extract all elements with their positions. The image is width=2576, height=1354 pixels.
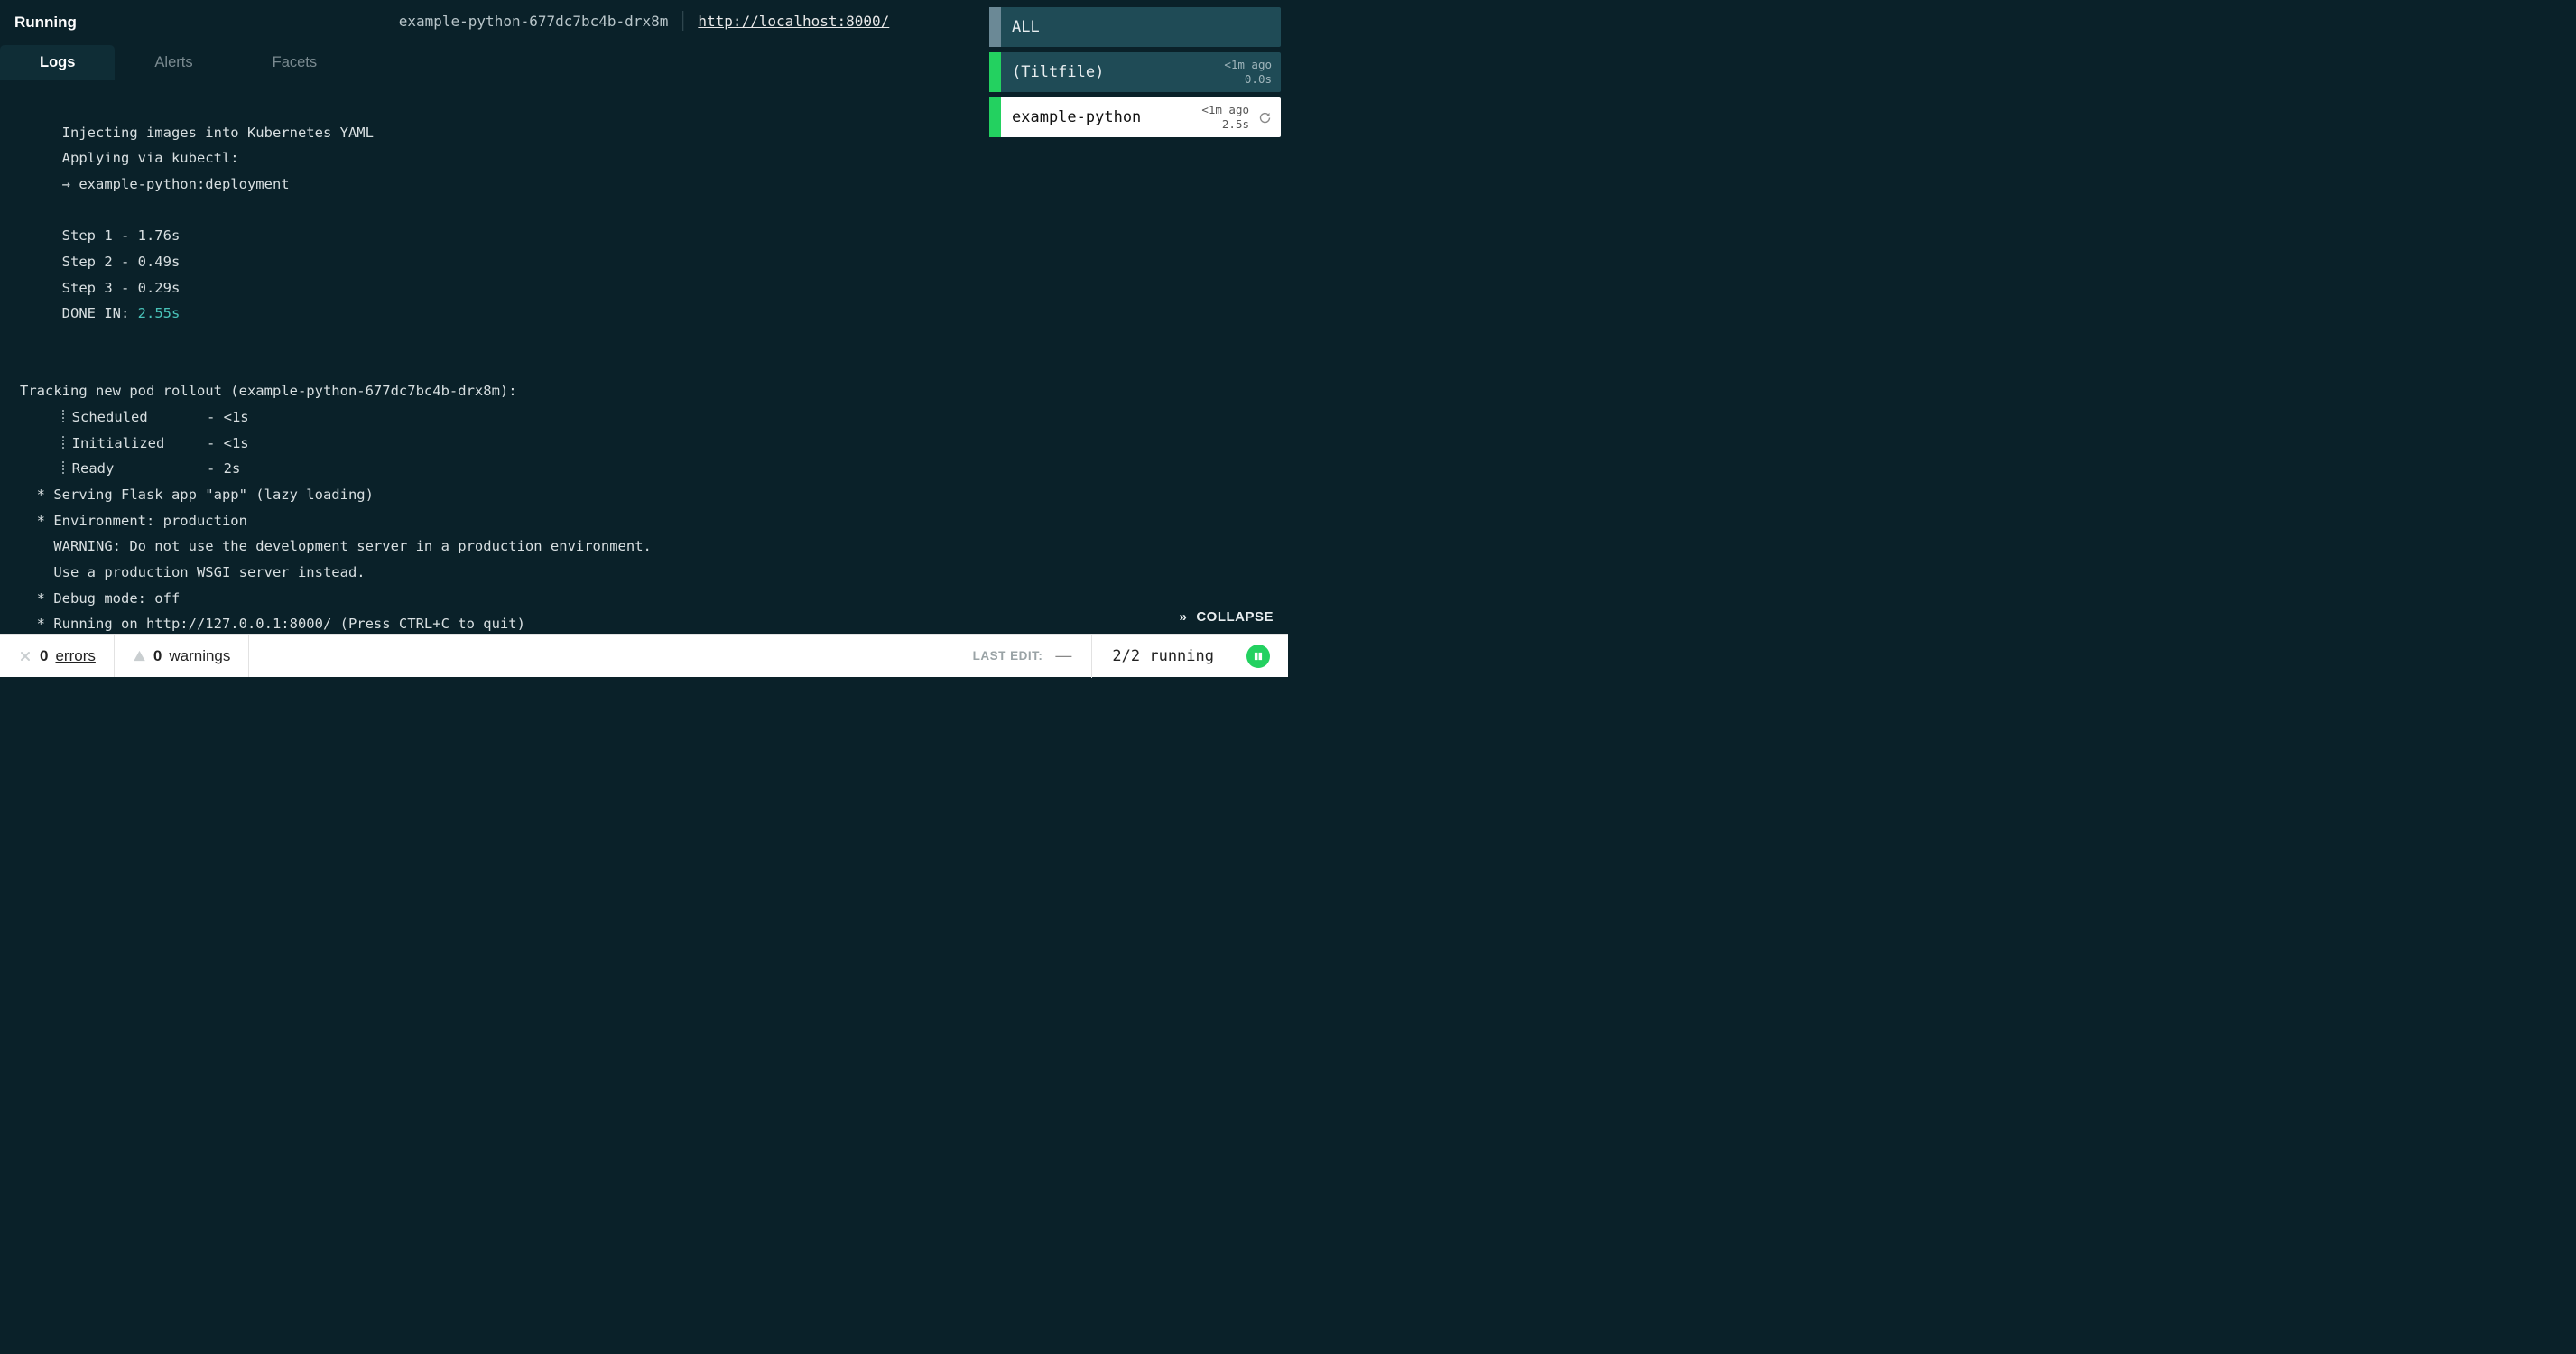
resource-age: <1m ago	[1201, 103, 1249, 117]
endpoint-link[interactable]: http://localhost:8000/	[698, 13, 889, 30]
footer-errors[interactable]: 0 errors	[0, 635, 115, 677]
collapse-label: COLLAPSE	[1196, 609, 1274, 625]
tab-facets[interactable]: Facets	[233, 45, 357, 80]
sidebar-item-label: example-python	[1012, 108, 1201, 126]
sidebar-item-label: (Tiltfile)	[1012, 63, 1224, 81]
error-icon	[18, 649, 32, 663]
error-count: 0	[40, 647, 48, 665]
collapse-button[interactable]: » COLLAPSE	[1179, 609, 1274, 625]
tab-alerts[interactable]: Alerts	[115, 45, 232, 80]
resource-duration: 0.0s	[1224, 72, 1272, 87]
chevron-right-icon: »	[1179, 609, 1187, 625]
last-edit-value: —	[1055, 646, 1071, 665]
status-stripe	[989, 7, 1001, 47]
sidebar-item-example-python[interactable]: example-python <1m ago 2.5s	[989, 97, 1281, 137]
last-edit-label: LAST EDIT:	[973, 649, 1043, 663]
header-divider	[682, 11, 683, 31]
done-time: 2.55s	[138, 305, 181, 321]
sidebar-item-label: ALL	[1012, 18, 1281, 36]
tilt-badge-icon[interactable]	[1246, 645, 1270, 668]
resource-age: <1m ago	[1224, 58, 1272, 72]
warning-icon	[133, 649, 146, 663]
resource-duration: 2.5s	[1201, 117, 1249, 132]
footer-warnings[interactable]: 0 warnings	[115, 635, 250, 677]
warning-count: 0	[153, 647, 162, 665]
status-running: Running	[14, 14, 77, 32]
status-stripe	[989, 97, 1001, 137]
pod-name: example-python-677dc7bc4b-drx8m	[399, 13, 669, 30]
status-stripe	[989, 52, 1001, 92]
tab-logs[interactable]: Logs	[0, 45, 115, 80]
running-count: 2/2 running	[1091, 635, 1234, 678]
errors-label: errors	[55, 647, 95, 665]
sidebar-item-all[interactable]: ALL	[989, 7, 1281, 47]
log-pane: Injecting images into Kubernetes YAML Ap…	[0, 90, 982, 632]
warnings-label: warnings	[169, 647, 230, 665]
refresh-icon[interactable]	[1258, 111, 1272, 125]
sidebar-item-tiltfile[interactable]: (Tiltfile) <1m ago 0.0s	[989, 52, 1281, 92]
